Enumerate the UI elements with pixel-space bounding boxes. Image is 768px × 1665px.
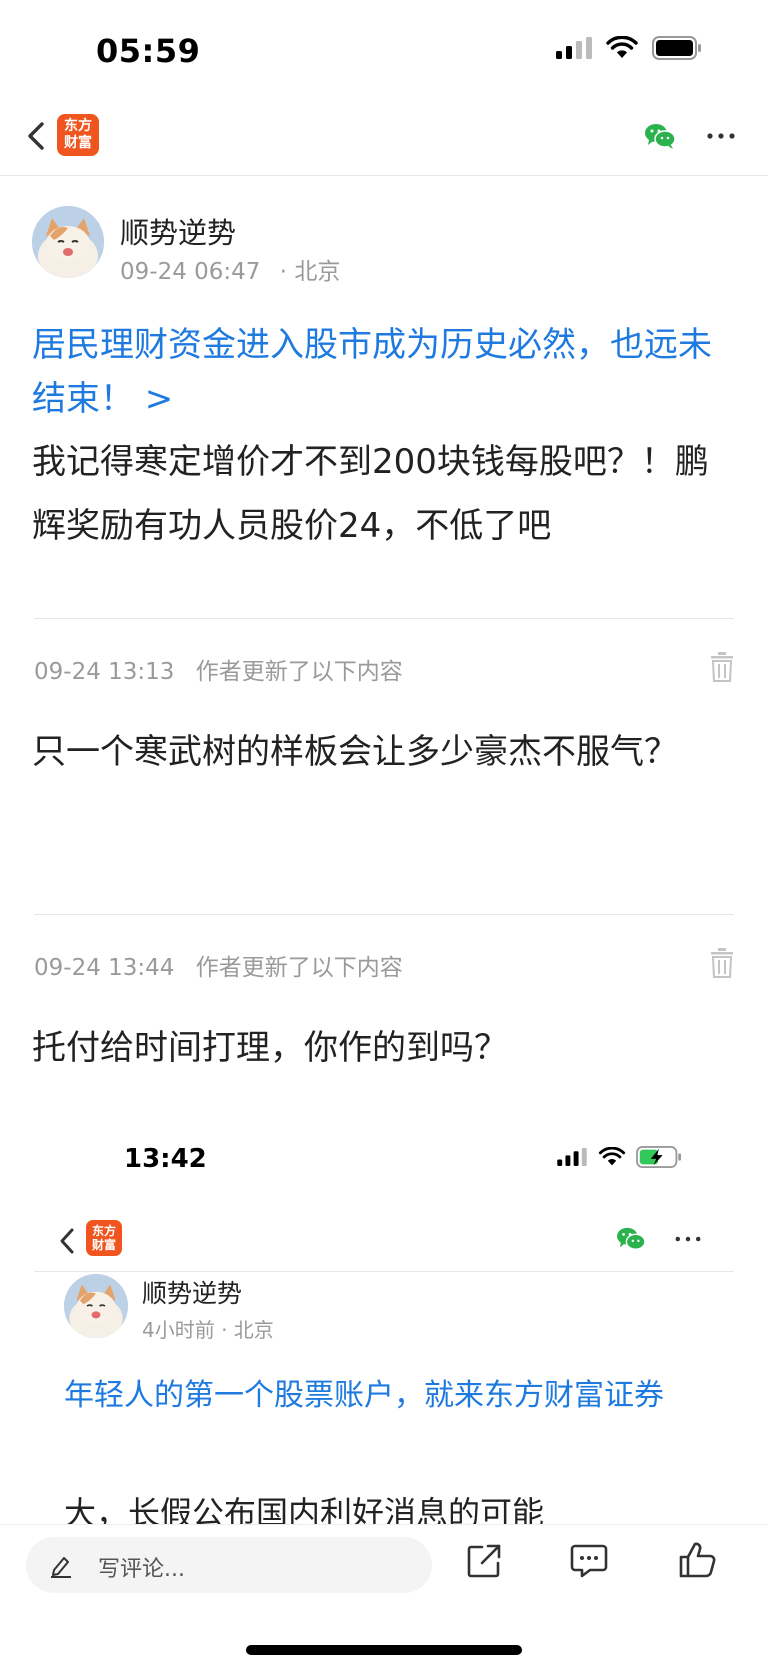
- wifi-icon: [598, 1147, 626, 1166]
- more-options-icon: [675, 1236, 701, 1242]
- update-label: 作者更新了以下内容: [195, 955, 403, 981]
- nav-bar: 东方 财富: [0, 100, 768, 176]
- update-header: 09-24 13:44 作者更新了以下内容: [34, 948, 734, 984]
- eastmoney-logo: 东方 财富: [86, 1220, 122, 1256]
- status-bar: 05:59: [0, 0, 768, 100]
- status-time: 05:59: [96, 32, 201, 70]
- update-label: 作者更新了以下内容: [195, 659, 403, 685]
- cellular-signal-icon: [556, 37, 592, 59]
- embed-status-icons: [556, 1146, 682, 1168]
- logo-line-2: 财富: [91, 1238, 116, 1252]
- divider: [34, 914, 734, 915]
- comment-placeholder: 写评论...: [98, 1557, 185, 1582]
- logo-line-1: 东方: [64, 118, 92, 134]
- embed-author-name: 顺势逆势: [142, 1279, 243, 1308]
- thumbs-up-icon[interactable]: [678, 1541, 716, 1579]
- pen-icon: [51, 1557, 71, 1578]
- back-chevron-icon[interactable]: [22, 116, 52, 156]
- trash-icon[interactable]: [710, 652, 734, 682]
- embed-post-meta: 4小时前 · 北京: [142, 1318, 274, 1342]
- post-location: · 北京: [279, 259, 341, 285]
- embed-status-time: 13:42: [124, 1144, 207, 1174]
- logo-line-2: 财富: [64, 135, 92, 151]
- wechat-share-icon: [617, 1227, 646, 1250]
- more-options-icon[interactable]: [706, 122, 736, 150]
- update-time: 09-24 13:13: [34, 659, 175, 685]
- embed-linked-title: 年轻人的第一个股票账户，就来东方财富证券: [64, 1378, 664, 1413]
- battery-icon: [652, 36, 701, 60]
- comment-input[interactable]: 写评论...: [26, 1537, 432, 1593]
- author-header: 顺势逆势 09-24 06:47 · 北京: [32, 206, 732, 285]
- logo-line-1: 东方: [91, 1224, 116, 1238]
- status-icons: [556, 36, 702, 60]
- embed-nav-bar: 东方 财富: [34, 1208, 734, 1272]
- battery-charging-icon: [636, 1146, 681, 1168]
- avatar[interactable]: [32, 206, 104, 278]
- update-text: 托付给时间打理，你作的到吗？: [32, 1028, 508, 1068]
- author-name[interactable]: 顺势逆势: [120, 210, 236, 252]
- comment-icon[interactable]: [570, 1543, 608, 1579]
- eastmoney-logo: 东方 财富: [57, 114, 99, 156]
- post-body: 我记得寒定增价才不到200块钱每股吧？！鹏辉奖励有功人员股价24，不低了吧: [32, 442, 709, 546]
- avatar: [64, 1274, 128, 1338]
- linked-article-title[interactable]: 居民理财资金进入股市成为历史必然，也远未结束！ >: [32, 318, 742, 426]
- trash-icon[interactable]: [710, 948, 734, 978]
- post-date: 09-24 06:47: [120, 259, 261, 285]
- update-text: 只一个寒武树的样板会让多少豪杰不服气？: [32, 732, 678, 772]
- back-chevron-icon: [60, 1228, 74, 1254]
- embedded-screenshot[interactable]: 13:42 东方 财富 顺势逆势 4小时前 · 北京 年轻人的第一个股票账户，就…: [34, 1120, 734, 1530]
- share-icon[interactable]: [466, 1543, 502, 1579]
- bottom-action-bar: 写评论...: [0, 1524, 768, 1665]
- post-meta: 09-24 06:47 · 北京: [120, 252, 340, 286]
- home-indicator: [246, 1645, 522, 1655]
- update-time: 09-24 13:44: [34, 955, 175, 981]
- embed-author-header: 顺势逆势 4小时前 · 北京: [64, 1274, 704, 1344]
- wechat-share-icon[interactable]: [644, 122, 676, 150]
- wifi-icon: [606, 36, 638, 58]
- cellular-signal-icon: [557, 1148, 587, 1166]
- update-header: 09-24 13:13 作者更新了以下内容: [34, 652, 734, 688]
- divider: [34, 618, 734, 619]
